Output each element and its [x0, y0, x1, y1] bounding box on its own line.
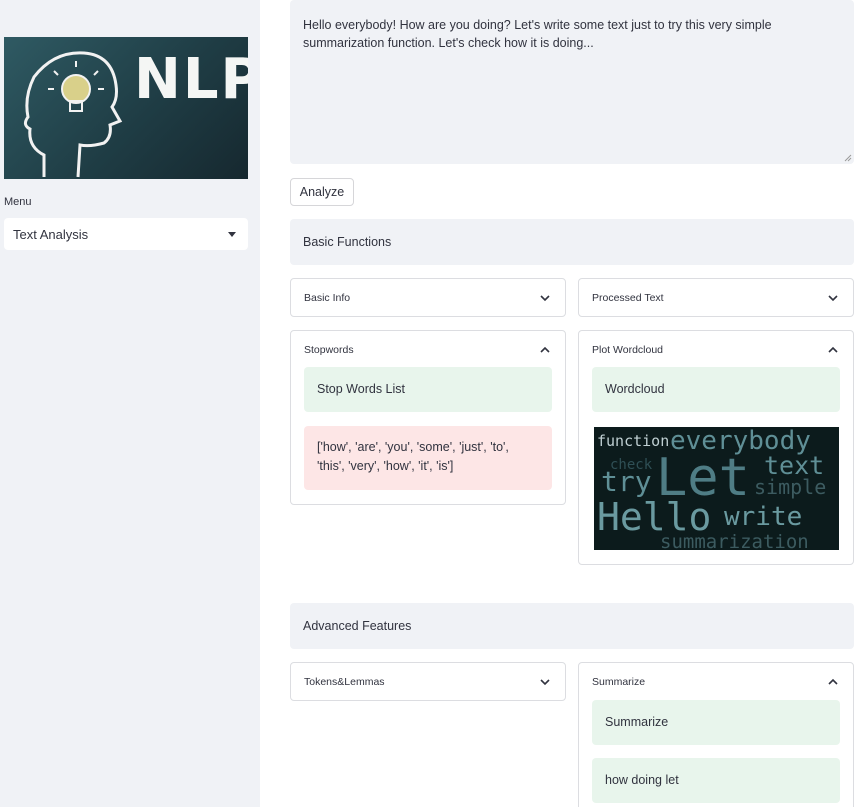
expander-label: Stopwords — [304, 344, 354, 356]
expander-label: Processed Text — [592, 292, 664, 304]
summary-result-box: how doing let — [592, 758, 840, 803]
summarize-title-box: Summarize — [592, 700, 840, 745]
resize-handle-icon[interactable] — [844, 154, 852, 162]
chevron-up-icon — [828, 678, 838, 685]
logo-text: NLP — [134, 47, 248, 112]
chevron-up-icon — [540, 346, 550, 353]
chevron-down-icon — [828, 295, 838, 302]
menu-select[interactable]: Text Analysis — [4, 218, 248, 250]
text-input-area[interactable]: Hello everybody! How are you doing? Let'… — [290, 0, 854, 164]
word-simple: simple — [754, 475, 826, 499]
analyze-button[interactable]: Analyze — [290, 178, 354, 206]
expander-label: Tokens&Lemmas — [304, 676, 385, 688]
expander-basic-info[interactable]: Basic Info — [290, 278, 566, 317]
stopwords-title-box: Stop Words List — [304, 367, 552, 412]
sidebar: NLP Menu Text Analysis — [0, 0, 260, 807]
text-input-value: Hello everybody! How are you doing? Let'… — [303, 18, 772, 50]
stopwords-title: Stop Words List — [317, 382, 406, 396]
expander-label: Basic Info — [304, 292, 351, 304]
word-summarization: summarization — [660, 531, 809, 550]
chevron-down-icon — [540, 295, 550, 302]
chevron-up-icon — [828, 346, 838, 353]
expander-tokens-lemmas[interactable]: Tokens&Lemmas — [290, 662, 566, 701]
expander-label: Summarize — [592, 676, 646, 688]
chevron-down-icon — [540, 679, 550, 686]
menu-selected-value: Text Analysis — [13, 227, 89, 242]
advanced-features-header: Advanced Features — [290, 603, 854, 649]
basic-functions-header: Basic Functions — [290, 219, 854, 265]
word-write: write — [724, 502, 802, 532]
wordcloud-image: function everybody check Let text try si… — [594, 427, 839, 550]
expander-label: Plot Wordcloud — [592, 344, 664, 356]
wordcloud-title-box: Wordcloud — [592, 367, 840, 412]
caret-down-icon — [228, 232, 236, 237]
summarize-title: Summarize — [605, 715, 669, 729]
nlp-logo-image: NLP — [4, 37, 248, 179]
stopwords-list-box: ['how', 'are', 'you', 'some', 'just', 't… — [304, 426, 552, 490]
summary-result: how doing let — [605, 773, 679, 787]
wordcloud-title: Wordcloud — [605, 382, 665, 396]
expander-processed-text[interactable]: Processed Text — [578, 278, 854, 317]
stopwords-list: ['how', 'are', 'you', 'some', 'just', 't… — [317, 440, 509, 473]
word-try: try — [601, 465, 652, 498]
menu-label: Menu — [4, 196, 32, 208]
